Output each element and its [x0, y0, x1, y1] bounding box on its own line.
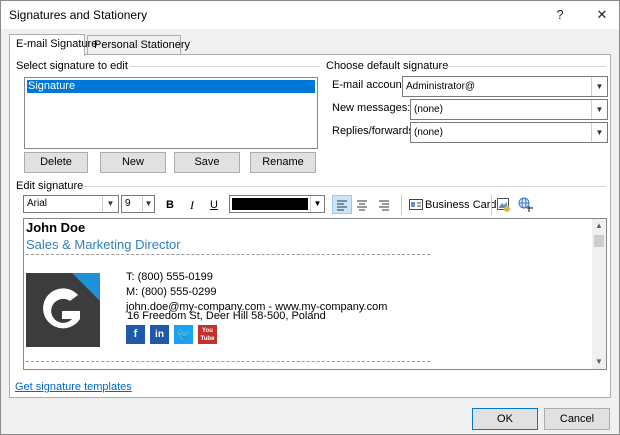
youtube-icon[interactable]: You Tube	[198, 325, 217, 344]
underline-button[interactable]: U	[205, 196, 223, 214]
new-messages-value: (none)	[414, 104, 443, 115]
tab-email-signature[interactable]: E-mail Signature	[9, 34, 97, 56]
align-left-icon	[337, 200, 347, 211]
signature-name: John Doe	[26, 220, 86, 235]
chevron-down-icon: ▼	[591, 123, 607, 142]
font-size-value: 9	[125, 198, 131, 209]
font-family-select[interactable]: Arial ▼	[23, 195, 119, 213]
email-account-label: E-mail account:	[332, 79, 408, 91]
font-family-value: Arial	[27, 198, 48, 209]
signature-list-item[interactable]: Signature	[26, 79, 316, 94]
select-signature-divider	[130, 66, 320, 67]
company-logo-icon	[43, 273, 100, 329]
edit-signature-divider	[82, 186, 606, 187]
chevron-down-icon: ▼	[591, 77, 607, 96]
email-account-select[interactable]: Administrator@ ▼	[402, 76, 608, 97]
editor-scrollbar[interactable]: ▲ ▼	[592, 219, 606, 369]
align-right-button[interactable]	[375, 196, 395, 214]
signature-divider-bottom	[26, 361, 430, 362]
font-color-select[interactable]: ▼	[229, 195, 325, 213]
cancel-button[interactable]: Cancel	[544, 408, 610, 430]
align-center-icon	[357, 200, 367, 211]
signature-divider-top	[26, 254, 430, 255]
title-bar: Signatures and Stationery ? ✕	[1, 1, 619, 29]
signature-list[interactable]: Signature	[24, 77, 318, 149]
scrollbar-thumb[interactable]	[594, 235, 604, 247]
business-card-button[interactable]: Business Card	[407, 196, 497, 214]
help-button[interactable]: ?	[549, 4, 571, 26]
insert-picture-button[interactable]	[495, 196, 513, 214]
default-signature-heading: Choose default signature	[326, 60, 449, 72]
signature-address: 16 Freedom St, Deer Hill 58-500, Poland	[127, 310, 326, 322]
scroll-down-icon[interactable]: ▼	[592, 355, 606, 369]
tab-personal-stationery-label: Personal Stationery	[94, 39, 190, 51]
hyperlink-icon	[518, 197, 533, 212]
align-right-icon	[379, 200, 389, 211]
font-color-swatch	[232, 198, 308, 210]
italic-button[interactable]: I	[183, 196, 201, 214]
save-button[interactable]: Save	[174, 152, 240, 173]
replies-forwards-label: Replies/forwards:	[332, 125, 417, 137]
tab-email-signature-label: E-mail Signature	[16, 38, 98, 50]
linkedin-icon[interactable]: in	[150, 325, 169, 344]
business-card-label: Business Card	[425, 199, 497, 211]
default-signature-divider	[442, 66, 606, 67]
edit-signature-label: Edit signature	[16, 180, 84, 192]
facebook-icon[interactable]: f	[126, 325, 145, 344]
tab-personal-stationery[interactable]: Personal Stationery	[87, 35, 190, 55]
signatures-dialog: Signatures and Stationery ? ✕ E-mail Sig…	[0, 0, 620, 435]
new-messages-label: New messages:	[332, 102, 411, 114]
replies-forwards-value: (none)	[414, 127, 443, 138]
business-card-icon	[409, 199, 423, 210]
new-button[interactable]: New	[100, 152, 166, 173]
twitter-icon[interactable]: 🐦	[174, 325, 193, 344]
ok-button[interactable]: OK	[472, 408, 538, 430]
get-signature-templates-link[interactable]: Get signature templates	[15, 381, 132, 393]
delete-button[interactable]: Delete	[24, 152, 88, 173]
toolbar-separator	[491, 195, 492, 215]
new-messages-select[interactable]: (none) ▼	[410, 99, 608, 120]
align-center-button[interactable]	[353, 196, 373, 214]
toolbar-separator	[401, 195, 402, 215]
scroll-up-icon[interactable]: ▲	[592, 219, 606, 233]
signature-editor[interactable]: John Doe Sales & Marketing Director T: (…	[23, 218, 607, 370]
window-title: Signatures and Stationery	[9, 8, 148, 22]
bold-button[interactable]: B	[161, 196, 179, 214]
chevron-down-icon: ▼	[102, 196, 118, 212]
chevron-down-icon: ▼	[591, 100, 607, 119]
insert-picture-icon	[497, 198, 510, 212]
rename-button[interactable]: Rename	[250, 152, 316, 173]
chevron-down-icon: ▼	[310, 196, 324, 212]
signature-title: Sales & Marketing Director	[26, 237, 181, 252]
chevron-down-icon: ▼	[142, 196, 154, 212]
select-signature-label: Select signature to edit	[16, 60, 128, 72]
close-button[interactable]: ✕	[591, 4, 613, 26]
align-left-button[interactable]	[332, 195, 352, 214]
replies-forwards-select[interactable]: (none) ▼	[410, 122, 608, 143]
company-logo	[26, 273, 100, 347]
signature-mobile: M: (800) 555-0299	[126, 286, 217, 298]
email-account-value: Administrator@	[406, 81, 476, 92]
signature-phone: T: (800) 555-0199	[126, 271, 213, 283]
insert-hyperlink-button[interactable]	[517, 196, 535, 214]
font-size-select[interactable]: 9 ▼	[121, 195, 155, 213]
